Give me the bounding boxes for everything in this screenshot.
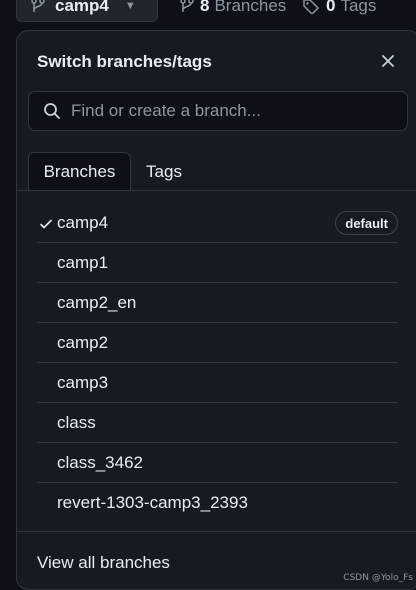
branch-item-camp2[interactable]: camp2 (37, 323, 398, 363)
chevron-down-icon: ▼ (125, 0, 136, 12)
branch-item-revert-1303-camp3-2393[interactable]: revert-1303-camp3_2393 (37, 483, 398, 523)
branch-name: class_3462 (57, 453, 143, 473)
branch-name: camp1 (57, 253, 108, 273)
branch-item-camp2-en[interactable]: camp2_en (37, 283, 398, 323)
branch-switcher-dialog: Switch branches/tags Branches Tags camp4… (16, 30, 416, 590)
branches-label: Branches (214, 0, 286, 16)
branch-item-camp4[interactable]: camp4 default (37, 203, 398, 243)
branch-name: camp2_en (57, 293, 136, 313)
branch-search-box (28, 91, 408, 131)
branch-selector-button[interactable]: camp4 ▼ (16, 0, 158, 22)
tags-label: Tags (340, 0, 376, 16)
view-all-branches-link[interactable]: View all branches (37, 553, 170, 573)
dialog-title: Switch branches/tags (37, 52, 212, 72)
branch-name: camp4 (57, 213, 108, 233)
branch-name: camp3 (57, 373, 108, 393)
default-badge: default (335, 211, 398, 235)
branch-item-camp3[interactable]: camp3 (37, 363, 398, 403)
branches-count: 8 (200, 0, 209, 16)
branch-name: class (57, 413, 96, 433)
tab-tags[interactable]: Tags (133, 152, 195, 191)
check-icon (39, 216, 53, 230)
branch-list: camp4 default camp1 camp2_en camp2 camp3… (37, 203, 398, 523)
branch-item-class-3462[interactable]: class_3462 (37, 443, 398, 483)
footer-divider (17, 531, 416, 532)
branch-name: revert-1303-camp3_2393 (57, 493, 248, 513)
search-icon (43, 102, 61, 120)
branch-name: camp2 (57, 333, 108, 353)
git-branch-icon (31, 0, 45, 14)
tags-count: 0 (326, 0, 335, 16)
repo-topbar: camp4 ▼ 8 Branches 0 Tags (0, 0, 416, 22)
current-branch-name: camp4 (55, 0, 109, 16)
branch-item-camp1[interactable]: camp1 (37, 243, 398, 283)
tags-count-link[interactable]: 0 Tags (302, 0, 376, 16)
tag-icon (302, 0, 320, 14)
watermark: CSDN @Yolo_Fs (343, 573, 413, 583)
branch-item-class[interactable]: class (37, 403, 398, 443)
close-icon[interactable] (379, 52, 397, 70)
tab-branches[interactable]: Branches (28, 152, 131, 191)
git-branch-icon (180, 0, 194, 14)
tabs-divider (17, 190, 416, 191)
branch-search-input[interactable] (71, 101, 391, 121)
branches-count-link[interactable]: 8 Branches (180, 0, 286, 16)
